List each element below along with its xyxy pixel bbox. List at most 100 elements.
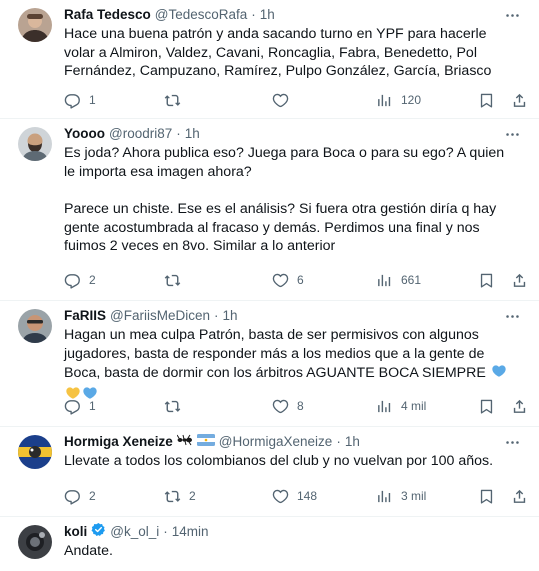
retweet-icon (164, 92, 181, 109)
tweet-text: Hace una buena patrón y anda sacando tur… (64, 25, 525, 81)
avatar[interactable] (18, 435, 52, 469)
views-count: 3 mil (401, 489, 427, 503)
bookmark-icon (478, 398, 495, 415)
share-button[interactable] (511, 398, 528, 415)
user-handle[interactable]: @k_ol_i (110, 523, 159, 541)
action-bar: 2 2 148 3 mil (64, 486, 527, 506)
retweet-icon (164, 488, 181, 505)
display-name[interactable]: Yoooo (64, 125, 105, 143)
like-icon (272, 488, 289, 505)
like-button[interactable]: 6 (272, 272, 304, 289)
argentina-flag-icon (196, 433, 215, 451)
views-icon (376, 488, 393, 505)
bookmark-button[interactable] (478, 92, 495, 109)
views-button[interactable]: 661 (376, 272, 421, 289)
retweet-button[interactable] (164, 92, 181, 109)
share-button[interactable] (511, 272, 528, 289)
reply-button[interactable]: 1 (64, 398, 96, 415)
action-bar: 2 6 661 (64, 270, 527, 290)
tweet-header: Yoooo @roodri87 · 1h (64, 125, 525, 143)
tweet-paragraph: Parece un chiste. Ese es el análisis? Si… (64, 201, 497, 255)
timestamp[interactable]: 14min (172, 523, 209, 541)
user-handle[interactable]: @roodri87 (109, 125, 172, 143)
reply-button[interactable]: 2 (64, 488, 96, 505)
tweet[interactable]: koli @k_ol_i · 14min Andate. (0, 517, 539, 571)
retweet-icon (164, 398, 181, 415)
retweet-button[interactable]: 2 (164, 488, 196, 505)
avatar[interactable] (18, 309, 52, 343)
retweet-button[interactable] (164, 398, 181, 415)
tweet-paragraph: Llevate a todos los colombianos del club… (64, 453, 494, 469)
tweet[interactable]: Rafa Tedesco @TedescoRafa · 1h Hace una … (0, 0, 539, 119)
share-icon (511, 398, 528, 415)
bookmark-icon (478, 488, 495, 505)
retweet-button[interactable] (164, 272, 181, 289)
avatar[interactable] (18, 127, 52, 161)
like-button[interactable]: 148 (272, 488, 317, 505)
tweet-text: Llevate a todos los colombianos del club… (64, 452, 525, 471)
display-name[interactable]: koli (64, 523, 87, 541)
timestamp[interactable]: 1h (260, 6, 275, 24)
more-icon[interactable] (503, 125, 521, 143)
share-icon (511, 272, 528, 289)
like-button[interactable]: 8 (272, 398, 304, 415)
like-count: 148 (297, 489, 318, 503)
avatar[interactable] (18, 8, 52, 42)
display-name[interactable]: Rafa Tedesco (64, 6, 151, 24)
more-icon[interactable] (503, 307, 521, 325)
reply-icon (64, 398, 81, 415)
like-count: 6 (297, 273, 304, 287)
tweet-paragraph: Andate. (64, 543, 113, 559)
display-name[interactable]: FaRIIS (64, 307, 106, 325)
bookmark-button[interactable] (478, 398, 495, 415)
reply-count: 2 (89, 489, 96, 503)
like-icon (272, 92, 289, 109)
blue-heart-icon (491, 363, 507, 385)
like-icon (272, 272, 289, 289)
user-handle[interactable]: @HormigaXeneize (219, 433, 333, 451)
tweet-header: Rafa Tedesco @TedescoRafa · 1h (64, 6, 525, 24)
tweet-header: FaRIIS @FariisMeDicen · 1h (64, 307, 525, 325)
reply-count: 2 (89, 273, 96, 287)
share-button[interactable] (511, 92, 528, 109)
tweet[interactable]: Hormiga Xeneize @HormigaXeneize · 1h Lle… (0, 427, 539, 517)
like-count: 8 (297, 399, 304, 413)
tweet[interactable]: FaRIIS @FariisMeDicen · 1h Hagan un mea … (0, 301, 539, 427)
separator-dot: · (163, 524, 168, 539)
display-name[interactable]: Hormiga Xeneize (64, 433, 173, 451)
timestamp[interactable]: 1h (185, 125, 200, 143)
tweet-header: Hormiga Xeneize @HormigaXeneize · 1h (64, 433, 525, 451)
tweet-paragraph: Hagan un mea culpa Patrón, basta de ser … (64, 327, 486, 382)
share-button[interactable] (511, 488, 528, 505)
tweet-paragraph: Es joda? Ahora publica eso? Juega para B… (64, 145, 505, 180)
tweet-text: Andate. (64, 542, 525, 561)
reply-icon (64, 272, 81, 289)
more-icon[interactable] (503, 433, 521, 451)
avatar[interactable] (18, 525, 52, 559)
like-icon (272, 398, 289, 415)
views-icon (376, 92, 393, 109)
bookmark-icon (478, 272, 495, 289)
views-icon (376, 272, 393, 289)
bookmark-button[interactable] (478, 272, 495, 289)
tweet-text: Hagan un mea culpa Patrón, basta de ser … (64, 326, 525, 406)
views-button[interactable]: 4 mil (376, 398, 426, 415)
timestamp[interactable]: 1h (223, 307, 238, 325)
like-button[interactable] (272, 92, 289, 109)
action-bar: 1 120 (64, 90, 527, 110)
views-count: 4 mil (401, 399, 427, 413)
user-handle[interactable]: @TedescoRafa (155, 6, 248, 24)
reply-button[interactable]: 1 (64, 92, 96, 109)
bookmark-button[interactable] (478, 488, 495, 505)
more-icon[interactable] (503, 6, 521, 24)
timestamp[interactable]: 1h (345, 433, 360, 451)
user-handle[interactable]: @FariisMeDicen (110, 307, 210, 325)
separator-dot: · (214, 308, 219, 323)
tweet[interactable]: Yoooo @roodri87 · 1h Es joda? Ahora publ… (0, 119, 539, 301)
separator-dot: · (251, 7, 256, 22)
views-button[interactable]: 120 (376, 92, 421, 109)
views-button[interactable]: 3 mil (376, 488, 426, 505)
reply-button[interactable]: 2 (64, 272, 96, 289)
reply-icon (64, 92, 81, 109)
reply-count: 1 (89, 399, 96, 413)
